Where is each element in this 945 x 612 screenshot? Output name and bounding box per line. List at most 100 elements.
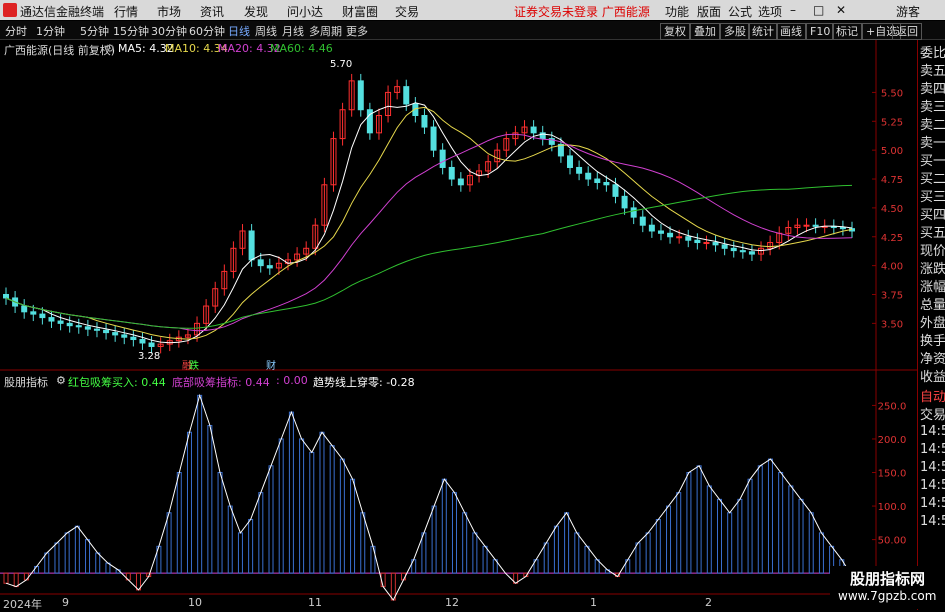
candle-body [148, 342, 155, 347]
menu-ask[interactable]: 问小达 [287, 3, 323, 20]
toolbar-mark[interactable]: 标记 [832, 23, 862, 40]
candle-body [248, 230, 255, 261]
close-icon[interactable]: ✕ [836, 3, 846, 17]
candle-body [803, 224, 810, 227]
sidebar-item-6: 买一 [920, 154, 945, 169]
indicator-bar [217, 472, 223, 574]
badge-down[interactable]: 跌 [189, 357, 199, 372]
indicator-bar [319, 431, 325, 574]
sidebar-item-1: 卖五 [920, 64, 945, 79]
candle-body [667, 232, 674, 238]
sidebar-trade[interactable]: 交易 [920, 404, 945, 423]
toolbar-stats[interactable]: 统计 [748, 23, 778, 40]
indicator-bar [44, 552, 50, 574]
indicator-bar [655, 518, 661, 574]
toolbar-overlay[interactable]: 叠加 [690, 23, 720, 40]
candle-body [630, 207, 637, 218]
menu-layout[interactable]: 版面 [697, 3, 721, 20]
menu-trade[interactable]: 交易 [395, 3, 419, 20]
toolbar-draw[interactable]: 画线 [776, 23, 806, 40]
tab-period-multi[interactable]: 多周期 [309, 23, 342, 39]
indicator-bar [757, 465, 763, 574]
date-label-5: 1 [590, 596, 597, 609]
badge-finance[interactable]: 财 [266, 357, 276, 372]
candle-body [739, 250, 746, 253]
trend-label: 趋势线上穿零: -0.28 [313, 376, 415, 389]
tab-period-3[interactable]: 15分钟 [113, 23, 149, 39]
tab-period-week[interactable]: 周线 [255, 23, 277, 39]
menu-news[interactable]: 资讯 [200, 3, 224, 20]
tab-period-2[interactable]: 5分钟 [80, 23, 109, 39]
square-icon[interactable]: □ [813, 3, 824, 17]
indicator-bar [778, 472, 784, 574]
price-tick-label: 4.00 [881, 262, 903, 273]
high-price-label: 5.70 [330, 59, 353, 70]
candle-body [430, 126, 437, 151]
price-tick-label: 3.50 [881, 319, 903, 330]
menu-wealth[interactable]: 财富圈 [342, 3, 378, 20]
candle-body [84, 326, 91, 330]
menu-market[interactable]: 市场 [157, 3, 181, 20]
indicator-bar [767, 458, 773, 574]
tab-period-0[interactable]: 分时 [5, 23, 27, 39]
tab-period-more[interactable]: 更多 [346, 23, 368, 39]
sidebar-time-4: 14:56 [920, 496, 945, 511]
indicator-bar [166, 512, 172, 574]
candle-body [30, 311, 37, 315]
menu-discover[interactable]: 发现 [244, 3, 268, 20]
date-label-3: 11 [308, 596, 322, 609]
login-notice[interactable]: 证券交易未登录 广西能源 [514, 3, 650, 20]
toolbar-f10[interactable]: F10 [806, 23, 835, 40]
indicator-bar [462, 512, 468, 574]
ind-tick-label: 250.0 [878, 401, 907, 412]
indicator-bar [421, 532, 427, 574]
minimize-icon[interactable]: – [790, 3, 796, 17]
toolbar-restore-rights[interactable]: 复权 [660, 23, 690, 40]
top-menu-bar: 通达信金融终端 行情 市场 资讯 发现 问小达 财富圈 交易 证券交易未登录 广… [0, 0, 945, 20]
indicator-bar [176, 472, 182, 574]
settings-icon-2[interactable]: ⚙ [56, 374, 66, 387]
menu-formula[interactable]: 公式 [728, 3, 752, 20]
toolbar-back[interactable]: 返回 [892, 23, 922, 40]
stock-chart[interactable]: 5.505.255.004.754.504.254.003.753.50250.… [0, 40, 917, 609]
candle-body [48, 317, 55, 322]
sidebar-item-3: 卖三 [920, 100, 945, 115]
menu-quotes[interactable]: 行情 [114, 3, 138, 20]
zero-label: : 0.00 [276, 374, 308, 387]
indicator-bar [74, 525, 80, 574]
tab-period-1[interactable]: 1分钟 [36, 23, 65, 39]
indicator-bar [574, 532, 580, 574]
indicator-bar [584, 545, 590, 574]
date-label-2: 10 [188, 596, 202, 609]
period-toolbar: 分时 1分钟 5分钟 15分钟 30分钟 60分钟 日线 周线 月线 多周期 更… [0, 21, 945, 40]
price-tick-label: 5.25 [881, 117, 903, 128]
indicator-bar [645, 532, 651, 574]
toolbar-multi-stock[interactable]: 多股 [720, 23, 750, 40]
candle-body [439, 149, 446, 168]
menu-function[interactable]: 功能 [665, 3, 689, 20]
bottom-label: 底部吸筹指标: 0.44 [172, 376, 270, 389]
price-tick-label: 5.50 [881, 88, 903, 99]
candle-body [421, 115, 428, 128]
sidebar-item-5: 卖一 [920, 136, 945, 151]
tab-period-month[interactable]: 月线 [282, 23, 304, 39]
candle-body [357, 80, 364, 111]
candle-body [130, 336, 137, 341]
tab-period-5[interactable]: 60分钟 [189, 23, 225, 39]
indicator-name: 股朋指标 [4, 376, 48, 389]
candle-body [703, 242, 710, 245]
indicator-bar [553, 525, 559, 574]
user-label[interactable]: 游客 [896, 3, 920, 20]
sidebar-item-11: 现价 [920, 244, 945, 259]
price-tick-label: 4.75 [881, 175, 903, 186]
menu-options[interactable]: 选项 [758, 3, 782, 20]
indicator-bar [716, 498, 722, 574]
tab-period-4[interactable]: 30分钟 [151, 23, 187, 39]
indicator-bar [227, 505, 233, 574]
sidebar-item-13: 涨幅 [920, 280, 945, 295]
sidebar-item-15: 外盘 [920, 316, 945, 331]
sidebar-auto[interactable]: 自动 [920, 386, 945, 405]
settings-icon[interactable]: ⚙ [105, 42, 115, 55]
tab-period-day[interactable]: 日线 [228, 23, 250, 39]
candle-body [403, 86, 410, 105]
